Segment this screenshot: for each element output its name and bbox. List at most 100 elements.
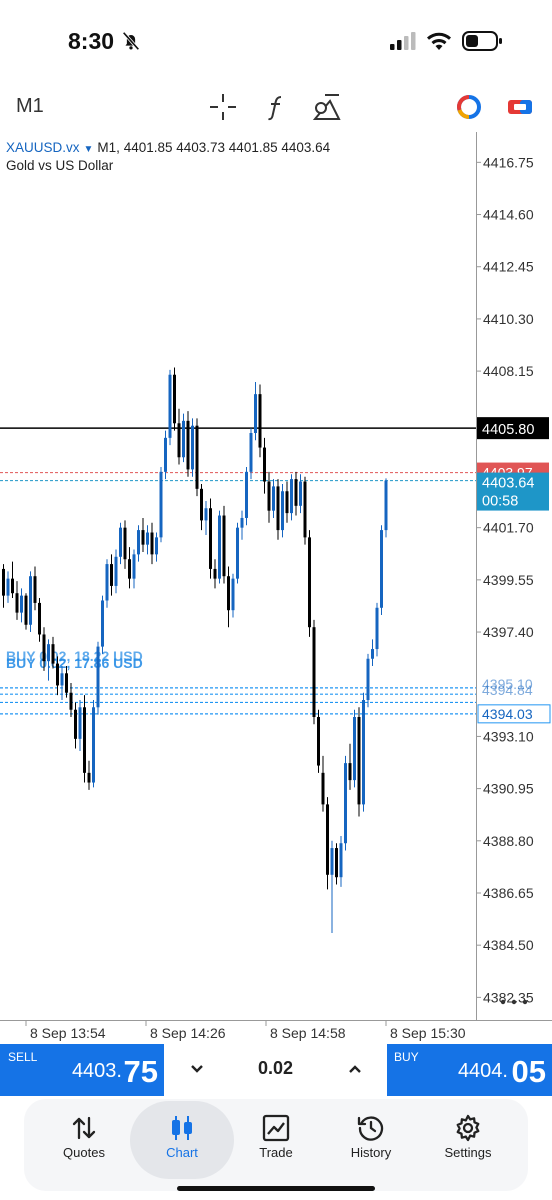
- candle-body: [38, 602, 41, 635]
- candle-body: [380, 530, 383, 608]
- ring-chart-icon: [457, 95, 481, 119]
- price-axis-label: 4384.50: [483, 937, 534, 953]
- candle-body: [101, 600, 104, 647]
- symbol-dropdown-icon[interactable]: ▼: [84, 144, 94, 155]
- candle-body: [330, 848, 334, 875]
- nav-settings[interactable]: Settings: [418, 1099, 518, 1191]
- chevron-up-icon[interactable]: [344, 1058, 366, 1080]
- candle-body: [240, 517, 244, 528]
- bell-muted-icon: [122, 31, 140, 51]
- objects-button[interactable]: [312, 92, 342, 122]
- price-axis-label: 4397.40: [483, 624, 534, 640]
- time-axis-label: 8 Sep 14:26: [150, 1025, 226, 1041]
- trade-chart-icon: [262, 1114, 290, 1142]
- candle-body: [308, 537, 311, 628]
- buy-label: BUY: [394, 1050, 419, 1064]
- time-axis-label: 8 Sep 13:54: [30, 1025, 106, 1041]
- position-price-label: 4394.03: [482, 706, 533, 722]
- candle-body: [281, 491, 284, 531]
- candle-body: [362, 700, 365, 805]
- wifi-icon: [427, 32, 451, 50]
- candle-body: [128, 559, 131, 579]
- candle-body: [150, 532, 154, 555]
- candle-body: [285, 491, 289, 514]
- candle-body: [141, 530, 145, 545]
- candle-body: [227, 576, 230, 611]
- candle-body: [245, 471, 248, 518]
- candle-body: [312, 627, 316, 718]
- chart-timeframe: M1,: [97, 140, 120, 155]
- candle-body: [182, 420, 185, 458]
- quotes-arrows-icon: [72, 1116, 96, 1140]
- more-dots-icon: [511, 999, 517, 1005]
- nav-trade-label: Trade: [259, 1145, 293, 1160]
- price-axis-label: 4399.55: [483, 572, 534, 588]
- candle-body: [339, 843, 343, 878]
- one-click-trade-bar: SELL 4403. 75 0.02 BUY 4404. 05: [0, 1044, 552, 1096]
- shapes-icon: [312, 94, 341, 120]
- candle-body: [195, 425, 199, 489]
- candle-body: [96, 646, 100, 708]
- more-dots-icon: [522, 999, 528, 1005]
- settings-gear-icon: [456, 1114, 480, 1142]
- indicators-button[interactable]: [261, 92, 291, 122]
- nav-quotes[interactable]: Quotes: [34, 1099, 134, 1191]
- bid-price-label: 4403.64: [482, 476, 534, 492]
- sell-label: SELL: [8, 1050, 38, 1064]
- candle-body: [42, 634, 46, 662]
- candle-body: [209, 508, 212, 569]
- nav-history[interactable]: History: [321, 1099, 421, 1191]
- timeframe-selector[interactable]: M1: [16, 95, 44, 118]
- candle-body: [24, 595, 28, 625]
- buy-price-pips: 05: [511, 1054, 546, 1089]
- candle-body: [15, 593, 19, 613]
- candle-body: [299, 481, 302, 506]
- nav-chart[interactable]: Chart: [130, 1099, 234, 1191]
- candle-body: [78, 707, 82, 739]
- candle-body: [56, 663, 59, 686]
- nav-quotes-label: Quotes: [63, 1145, 105, 1160]
- candle-body: [353, 717, 356, 781]
- one-click-trading-button[interactable]: [505, 92, 535, 122]
- candle-body: [47, 644, 50, 662]
- candlestick-chart[interactable]: 4416.75 4414.60 4412.45 4410.30 4408.15 4401.…: [0, 132, 552, 1044]
- candle-body: [87, 772, 91, 783]
- candle-body: [384, 480, 388, 531]
- candle-body: [267, 481, 271, 511]
- candle-body: [137, 530, 140, 555]
- buy-button[interactable]: BUY 4404. 05: [387, 1044, 552, 1096]
- history-clock-icon: [357, 1116, 384, 1141]
- candle-body: [159, 471, 163, 538]
- chart-symbol[interactable]: XAUUSD.vx: [6, 140, 80, 155]
- price-axis-label: 4388.80: [483, 833, 534, 849]
- candle-body: [105, 564, 109, 601]
- chart-description: Gold vs US Dollar: [6, 158, 114, 173]
- candle-body: [123, 527, 127, 560]
- price-axis-label: 4390.95: [483, 781, 534, 797]
- candle-body: [69, 692, 73, 710]
- lot-size-control: 0.02: [164, 1044, 387, 1096]
- time-axis-label: 8 Sep 15:30: [390, 1025, 466, 1041]
- candle-body: [200, 488, 203, 521]
- price-axis-label: 4414.60: [483, 207, 534, 223]
- candle-body: [173, 374, 176, 424]
- candle-body: [191, 425, 194, 470]
- candle-body: [60, 673, 64, 686]
- candle-body: [83, 707, 86, 773]
- nav-trade[interactable]: Trade: [226, 1099, 326, 1191]
- price-chart[interactable]: 4416.75 4414.60 4412.45 4410.30 4408.15 4401.…: [0, 132, 552, 1044]
- candle-body: [326, 804, 329, 875]
- price-axis-label: 4408.15: [483, 363, 534, 379]
- candle-body: [20, 595, 23, 613]
- candle-body: [366, 658, 370, 701]
- candle-body: [317, 717, 320, 766]
- crosshair-button[interactable]: [208, 92, 238, 122]
- sell-price-pips: 75: [123, 1054, 158, 1089]
- candle-body: [110, 564, 113, 586]
- candle-body: [371, 649, 374, 659]
- sell-button[interactable]: SELL 4403. 75: [0, 1044, 164, 1096]
- candle-body: [119, 527, 122, 557]
- trading-signals-button[interactable]: [454, 92, 484, 122]
- candle-body: [92, 707, 95, 783]
- candle-body: [258, 394, 262, 448]
